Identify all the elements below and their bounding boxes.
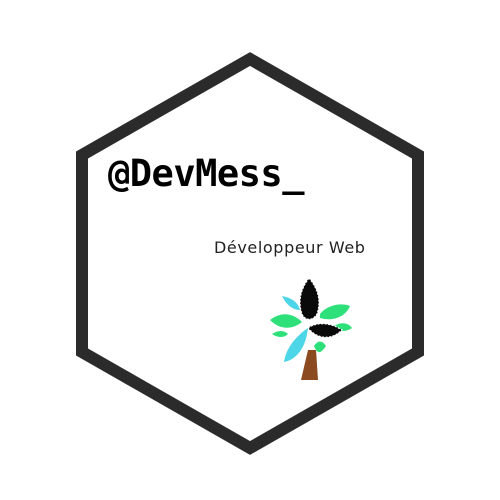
leaf-green-right [320, 304, 350, 320]
handle-title: @DevMess_ [108, 152, 304, 195]
leaf-green-small-left [272, 331, 288, 337]
leaf-cyan-large [284, 328, 308, 362]
leaf-black-top [299, 277, 320, 320]
tree-logo-icon [270, 277, 352, 380]
tree-trunk [301, 350, 318, 380]
logo-canvas: @DevMess_ Développeur Web [0, 0, 500, 500]
subtitle-text: Développeur Web [214, 238, 366, 257]
leaf-cyan-top-left [282, 296, 300, 310]
leaf-green-left [270, 314, 302, 328]
